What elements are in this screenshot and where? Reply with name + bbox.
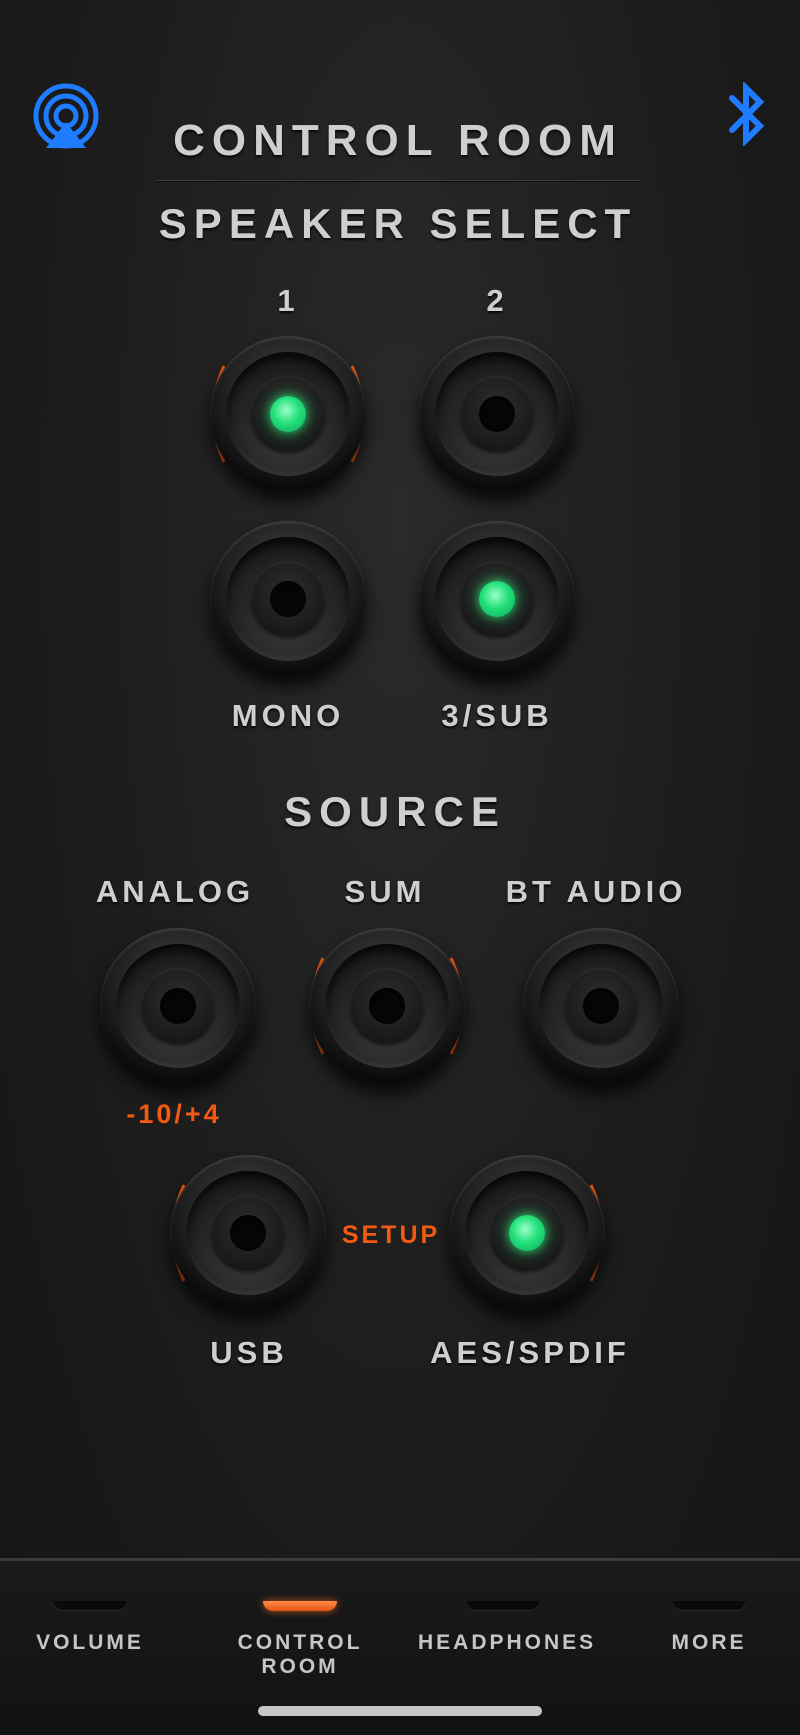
nav-headphones-label: HEADPHONES	[418, 1631, 597, 1654]
nav-control-room-label: CONTROL ROOM	[237, 1631, 363, 1678]
nav-volume-indicator	[53, 1601, 127, 1611]
aes-spdif-button[interactable]	[449, 1155, 605, 1311]
speaker-2-label: 2	[486, 283, 508, 318]
speaker-select-title: SPEAKER SELECT	[158, 200, 638, 247]
speaker-1-button[interactable]	[210, 336, 366, 492]
analog-level-toggle[interactable]: -10/+4	[126, 1099, 221, 1130]
analog-led	[160, 988, 196, 1024]
bt-audio-button[interactable]	[523, 928, 679, 1084]
sub-button[interactable]	[419, 521, 575, 677]
source-title: SOURCE	[284, 788, 506, 835]
title-divider	[155, 180, 641, 181]
sub-led	[479, 581, 515, 617]
nav-more[interactable]: MORE	[624, 1601, 794, 1655]
bluetooth-icon[interactable]	[726, 82, 770, 146]
nav-more-indicator	[672, 1601, 746, 1611]
analog-label: ANALOG	[95, 874, 255, 909]
usb-label: USB	[210, 1335, 288, 1370]
speaker-2-led	[479, 396, 515, 432]
speaker-1-led	[270, 396, 306, 432]
setup-button[interactable]: SETUP	[342, 1221, 440, 1250]
nav-headphones-indicator	[466, 1601, 540, 1611]
nav-headphones[interactable]: HEADPHONES	[418, 1601, 597, 1655]
speaker-1-label: 1	[277, 283, 299, 318]
analog-button[interactable]	[100, 928, 256, 1084]
mono-led	[270, 581, 306, 617]
bt-audio-label: BT AUDIO	[505, 874, 687, 909]
nav-control-room[interactable]: CONTROL ROOM	[215, 1601, 385, 1679]
nav-volume-label: VOLUME	[36, 1631, 144, 1654]
mono-label: MONO	[231, 698, 345, 733]
aes-spdif-label: AES/SPDIF	[430, 1335, 630, 1370]
home-indicator[interactable]	[258, 1706, 542, 1716]
usb-led	[230, 1215, 266, 1251]
speaker-2-button[interactable]	[419, 336, 575, 492]
nav-control-room-indicator	[263, 1601, 337, 1611]
sum-label: SUM	[344, 874, 426, 909]
sum-led	[369, 988, 405, 1024]
page-title: CONTROL ROOM	[173, 116, 623, 165]
airplay-icon[interactable]	[32, 82, 100, 150]
nav-volume[interactable]: VOLUME	[5, 1601, 175, 1655]
sub-label: 3/SUB	[441, 698, 553, 733]
nav-more-label: MORE	[671, 1631, 747, 1654]
sum-button[interactable]	[309, 928, 465, 1084]
usb-button[interactable]	[170, 1155, 326, 1311]
bt-audio-led	[583, 988, 619, 1024]
mono-button[interactable]	[210, 521, 366, 677]
aes-spdif-led	[509, 1215, 545, 1251]
